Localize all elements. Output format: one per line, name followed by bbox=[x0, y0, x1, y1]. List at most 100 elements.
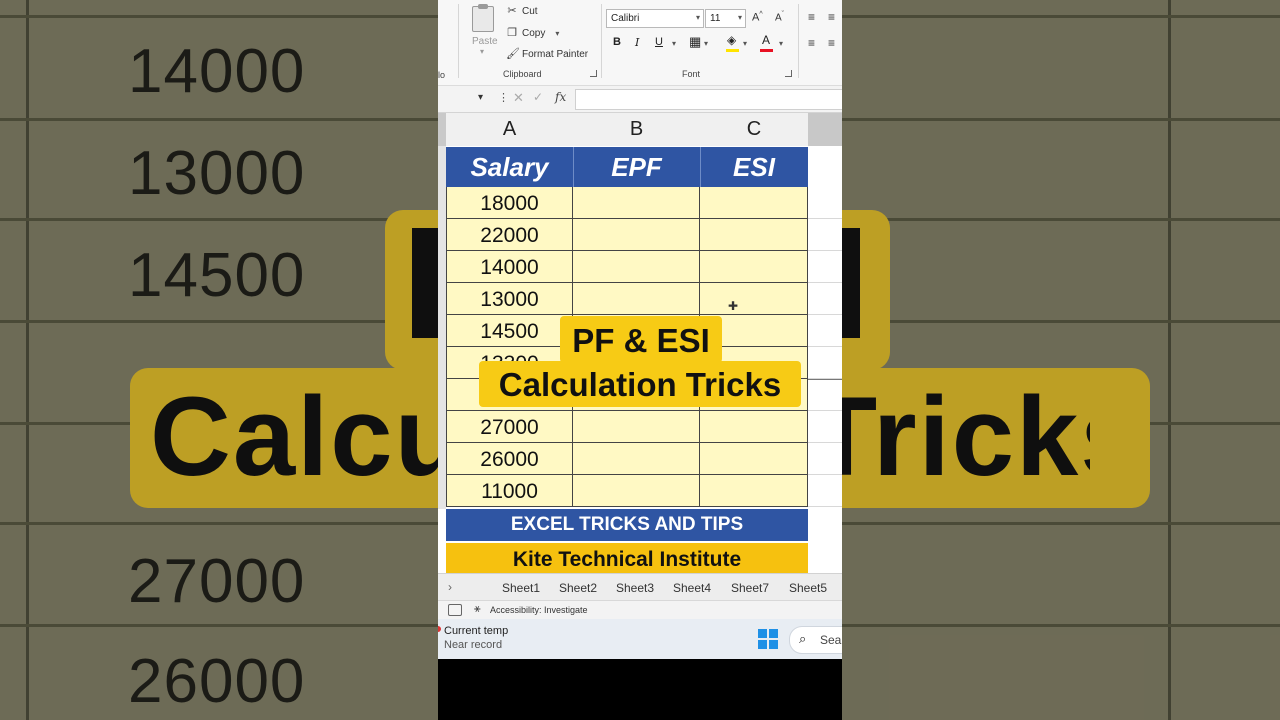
format-painter-button[interactable]: 🖌 Format Painter bbox=[506, 48, 588, 60]
empty-cell[interactable] bbox=[808, 475, 842, 507]
chevron-down-icon[interactable]: ▾ bbox=[704, 39, 708, 48]
column-header-row: A B C bbox=[438, 113, 842, 146]
tab-sheet2[interactable]: Sheet2 bbox=[559, 581, 597, 595]
salary-cell[interactable]: 13000 bbox=[446, 283, 573, 315]
status-bar: ⚹ Accessibility: Investigate bbox=[438, 600, 842, 620]
esi-cell[interactable] bbox=[700, 475, 808, 507]
accessibility-icon[interactable]: ⚹ bbox=[474, 603, 481, 616]
salary-cell[interactable]: 11000 bbox=[446, 475, 573, 507]
epf-cell[interactable] bbox=[573, 219, 700, 251]
formula-input[interactable] bbox=[575, 89, 842, 110]
epf-cell[interactable] bbox=[573, 475, 700, 507]
tab-sheet5[interactable]: Sheet5 bbox=[789, 581, 827, 595]
excel-tricks-banner: EXCEL TRICKS AND TIPS bbox=[446, 509, 808, 541]
chevron-down-icon[interactable]: ▾ bbox=[743, 39, 747, 48]
taskbar-search[interactable]: ⌕ Sear bbox=[789, 626, 842, 654]
align-left-icon[interactable]: ≡ bbox=[808, 36, 815, 50]
tab-sheet1[interactable]: Sheet1 bbox=[502, 581, 540, 595]
borders-icon[interactable]: ▦ bbox=[689, 34, 701, 50]
esi-cell[interactable] bbox=[700, 251, 808, 283]
weather-title[interactable]: Current temp bbox=[444, 625, 508, 637]
esi-cell[interactable] bbox=[700, 219, 808, 251]
tab-sheet3[interactable]: Sheet3 bbox=[616, 581, 654, 595]
overlay-title-line1: PF & ESI bbox=[560, 316, 722, 363]
font-size-select[interactable]: 11 ▾ bbox=[705, 9, 746, 28]
font-name-select[interactable]: Calibri ▾ bbox=[606, 9, 704, 28]
chevron-down-icon[interactable]: ▾ bbox=[555, 29, 559, 38]
increase-font-size-button[interactable]: A^ bbox=[752, 11, 763, 24]
ribbon-separator bbox=[601, 4, 602, 78]
empty-cell[interactable] bbox=[808, 251, 842, 283]
salary-cell[interactable]: 18000 bbox=[446, 187, 573, 219]
italic-button[interactable]: I bbox=[635, 36, 639, 49]
chevron-down-icon[interactable]: ▾ bbox=[779, 39, 783, 48]
epf-cell[interactable] bbox=[573, 187, 700, 219]
windows-start-icon[interactable] bbox=[758, 629, 778, 649]
accessibility-status[interactable]: Accessibility: Investigate bbox=[490, 605, 588, 615]
epf-cell[interactable] bbox=[573, 411, 700, 443]
empty-cell[interactable] bbox=[808, 379, 842, 411]
font-color-icon[interactable]: A bbox=[762, 33, 770, 47]
weather-subtitle[interactable]: Near record bbox=[444, 639, 502, 651]
name-box-dropdown-icon[interactable]: ▾ bbox=[478, 92, 483, 103]
tab-sheet7[interactable]: Sheet7 bbox=[731, 581, 769, 595]
scissors-icon: ✂ bbox=[507, 5, 517, 17]
column-header-b[interactable]: B bbox=[573, 113, 701, 146]
paste-button[interactable]: Paste bbox=[472, 36, 498, 47]
align-top-icon[interactable]: ≡ bbox=[808, 10, 815, 24]
esi-cell[interactable] bbox=[700, 443, 808, 475]
empty-cell[interactable] bbox=[808, 219, 842, 251]
epf-cell[interactable] bbox=[573, 251, 700, 283]
empty-cell[interactable] bbox=[808, 315, 842, 347]
align-center-icon[interactable]: ≡ bbox=[828, 36, 835, 50]
font-name-value: Calibri bbox=[611, 13, 640, 24]
bold-button[interactable]: B bbox=[613, 36, 621, 48]
esi-cell[interactable] bbox=[700, 187, 808, 219]
font-launcher-icon[interactable] bbox=[785, 70, 792, 77]
salary-cell[interactable]: 27000 bbox=[446, 411, 573, 443]
column-header-c[interactable]: C bbox=[700, 113, 809, 146]
decrease-font-size-button[interactable]: Aˇ bbox=[775, 11, 784, 23]
tab-scroll-right-icon[interactable]: › bbox=[448, 580, 452, 594]
chevron-down-icon[interactable]: ▾ bbox=[480, 47, 484, 56]
header-cell-epf[interactable]: EPF bbox=[573, 147, 701, 187]
empty-cell[interactable] bbox=[808, 283, 842, 315]
chevron-down-icon: ▾ bbox=[695, 13, 700, 22]
ribbon-cut-label: lo bbox=[438, 70, 446, 80]
fill-color-icon[interactable]: ◈ bbox=[727, 33, 736, 47]
align-middle-icon[interactable]: ≡ bbox=[828, 10, 835, 24]
empty-cell[interactable] bbox=[808, 187, 842, 219]
cancel-entry-icon[interactable]: ✕ bbox=[513, 90, 524, 106]
search-placeholder: Sear bbox=[820, 633, 842, 647]
copy-button[interactable]: ❐ Copy ▾ bbox=[506, 27, 559, 39]
empty-cell[interactable] bbox=[808, 443, 842, 475]
salary-cell[interactable]: 26000 bbox=[446, 443, 573, 475]
salary-cell[interactable]: 14000 bbox=[446, 251, 573, 283]
underline-button[interactable]: U bbox=[655, 36, 663, 48]
epf-cell[interactable] bbox=[573, 443, 700, 475]
search-icon: ⌕ bbox=[799, 631, 807, 646]
salary-cell[interactable]: 14500 bbox=[446, 315, 573, 347]
confirm-entry-icon[interactable]: ✓ bbox=[533, 90, 543, 104]
font-color-swatch bbox=[760, 49, 773, 52]
tab-sheet4[interactable]: Sheet4 bbox=[673, 581, 711, 595]
paste-icon[interactable] bbox=[472, 4, 494, 32]
more-options-icon[interactable]: ⋮ bbox=[498, 91, 509, 104]
sheet-tabs: › Sheet1 Sheet2 Sheet3 Sheet4 Sheet7 She… bbox=[438, 573, 842, 601]
column-header-a[interactable]: A bbox=[446, 113, 574, 146]
institute-banner: Kite Technical Institute bbox=[446, 543, 808, 575]
empty-cell[interactable] bbox=[808, 347, 842, 379]
insert-function-button[interactable]: fx bbox=[555, 90, 566, 104]
clipboard-launcher-icon[interactable] bbox=[590, 70, 597, 77]
esi-cell[interactable] bbox=[700, 283, 808, 315]
esi-cell[interactable] bbox=[700, 411, 808, 443]
chevron-down-icon[interactable]: ▾ bbox=[672, 39, 676, 48]
empty-cell[interactable] bbox=[808, 411, 842, 443]
salary-cell[interactable]: 22000 bbox=[446, 219, 573, 251]
select-all-corner[interactable] bbox=[438, 113, 446, 146]
epf-cell[interactable] bbox=[573, 283, 700, 315]
header-cell-esi[interactable]: ESI bbox=[700, 147, 808, 187]
cut-button[interactable]: ✂ Cut bbox=[506, 5, 537, 17]
column-header-d[interactable] bbox=[808, 113, 842, 146]
header-cell-salary[interactable]: Salary bbox=[446, 147, 574, 187]
